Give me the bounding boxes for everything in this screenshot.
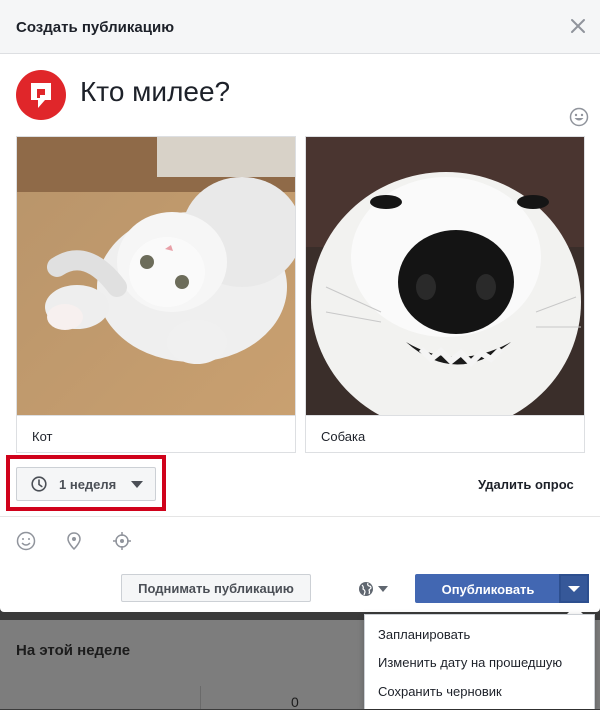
delete-poll-link[interactable]: Удалить опрос: [478, 477, 574, 492]
chevron-down-icon: [378, 586, 388, 592]
poll-duration-dropdown[interactable]: 1 неделя: [16, 467, 156, 501]
poll-option-dog[interactable]: Собака: [305, 136, 585, 453]
menu-item-save-draft[interactable]: Сохранить черновик: [378, 684, 502, 699]
clock-icon: [31, 476, 47, 492]
create-post-dialog: Создать публикацию Кто милее? Кот Собака…: [0, 0, 600, 612]
dialog-header: Создать публикацию: [0, 0, 600, 54]
feeling-icon[interactable]: [16, 531, 36, 551]
boost-post-button[interactable]: Поднимать публикацию: [121, 574, 311, 602]
menu-item-schedule[interactable]: Запланировать: [378, 627, 470, 642]
audience-selector[interactable]: [356, 578, 396, 600]
publish-button[interactable]: Опубликовать: [415, 574, 559, 603]
dialog-title: Создать публикацию: [16, 19, 174, 36]
background-count: 0: [291, 694, 299, 710]
background-section-title: На этой неделе: [16, 642, 131, 659]
poll-option-label: Собака: [321, 429, 366, 444]
publish-options-dropdown[interactable]: [559, 574, 589, 603]
boost-post-label: Поднимать публикацию: [138, 581, 294, 596]
location-icon[interactable]: [64, 531, 84, 551]
publish-label: Опубликовать: [441, 582, 535, 597]
target-icon[interactable]: [112, 531, 132, 551]
poll-option-label-row[interactable]: Собака: [306, 415, 584, 453]
post-text[interactable]: Кто милее?: [80, 76, 230, 108]
dropdown-pointer: [567, 606, 583, 614]
background-divider: [200, 686, 201, 709]
divider: [0, 516, 600, 517]
chevron-down-icon: [131, 481, 143, 488]
poll-option-label: Кот: [32, 429, 53, 444]
emoji-icon[interactable]: [569, 107, 589, 127]
publish-options-menu: Запланировать Изменить дату на прошедшую…: [364, 614, 595, 709]
globe-icon: [358, 581, 374, 602]
menu-item-backdate[interactable]: Изменить дату на прошедшую: [378, 655, 562, 670]
page-logo-icon: [16, 70, 66, 120]
close-icon[interactable]: [566, 14, 590, 38]
poll-duration-label: 1 неделя: [59, 477, 117, 492]
poll-option-label-row[interactable]: Кот: [17, 415, 295, 453]
cat-gif-image: [17, 137, 295, 415]
poll-option-cat[interactable]: Кот: [16, 136, 296, 453]
dog-gif-image: [306, 137, 584, 415]
chevron-down-icon: [568, 586, 580, 592]
